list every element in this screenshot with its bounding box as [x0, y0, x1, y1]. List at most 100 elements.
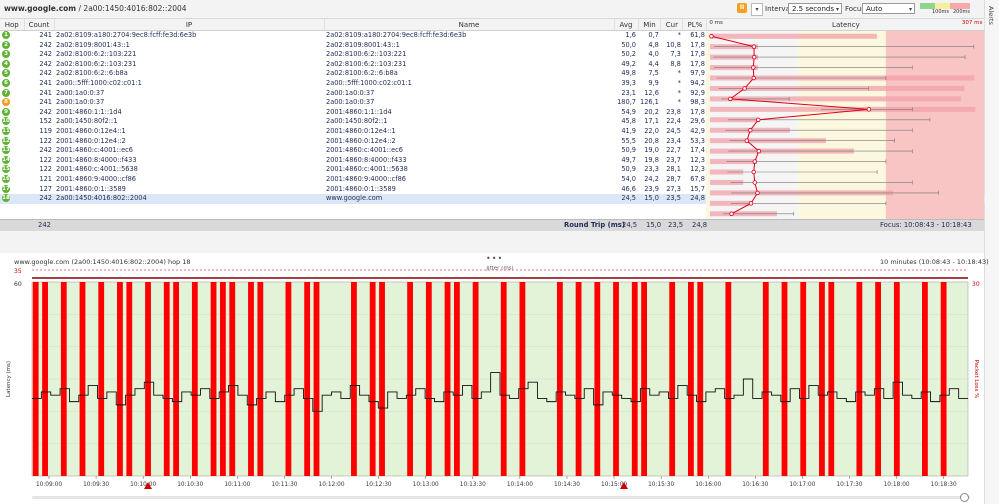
pl-cell: 12,3: [690, 165, 705, 174]
hop-status-icon: 5: [2, 69, 10, 78]
packet-loss-bar: [313, 282, 320, 476]
hop-status-icon: 9: [2, 107, 10, 116]
ip-cell: 2001:4860:c:4001::5638: [56, 165, 138, 174]
col-avg[interactable]: Avg: [614, 19, 639, 31]
pl-cell: 61,8: [690, 31, 705, 39]
hop-cell: 18: [0, 194, 24, 204]
packet-loss-bar: [126, 282, 133, 476]
summary-pl: 24,8: [692, 221, 708, 229]
top-toolbar: www.google.com / 2a00:1450:4016:802::200…: [0, 0, 999, 19]
col-name[interactable]: Name: [324, 19, 615, 31]
ip-cell: 2a00::5fff:1000:c02:c01:1: [56, 78, 142, 87]
avg-cell: 49,8: [621, 69, 636, 78]
ip-cell: 2a02:8109:a180:2704:9ec8:fcff:fe3d:6e3b: [56, 31, 197, 39]
pl-cell: 12,3: [690, 155, 705, 164]
packet-loss-bar: [500, 282, 507, 476]
pl-cell: 29,6: [690, 117, 705, 126]
hop-cell: 12: [0, 136, 24, 147]
count-cell: 127: [39, 184, 52, 193]
summary-avg: 24,5: [622, 221, 638, 229]
min-cell: 17,1: [644, 117, 659, 126]
packet-loss-bar: [229, 282, 236, 476]
chevron-down-icon[interactable]: ▾: [751, 3, 763, 16]
avg-cell: 54,9: [621, 107, 636, 116]
packet-loss-bar: [285, 282, 292, 476]
table-header: Hop Count IP Name Avg Min Cur PL% 0 ms L…: [0, 19, 986, 31]
packet-loss-bar: [940, 282, 947, 476]
name-cell: 2001:4860:8:4000::f433: [326, 155, 407, 164]
target-breadcrumb: www.google.com / 2a00:1450:4016:802::200…: [4, 4, 187, 13]
count-cell: 242: [39, 146, 52, 155]
col-pl[interactable]: PL%: [682, 19, 708, 31]
name-cell: 2001:4860:0:1::3589: [326, 184, 396, 193]
min-cell: 126,1: [640, 98, 659, 107]
packet-loss-bar: [893, 282, 900, 476]
x-tick-label: 10:18:30: [931, 482, 957, 488]
count-cell: 242: [39, 50, 52, 59]
timeline-scroll-thumb[interactable]: [960, 493, 969, 502]
col-ip[interactable]: IP: [54, 19, 325, 31]
avg-cell: 46,6: [621, 184, 636, 193]
min-cell: 24,2: [644, 174, 659, 183]
latency-point: [752, 159, 757, 164]
latency-point: [748, 128, 753, 133]
packet-loss-bar: [173, 282, 180, 476]
avg-cell: 54,0: [621, 174, 636, 183]
jitter-max-label: 35: [14, 268, 22, 275]
packet-loss-bar: [79, 282, 86, 476]
name-cell: 2a02:8109:a180:2704:9ec8:fcff:fe3d:6e3b: [326, 31, 467, 39]
x-tick-label: 10:14:00: [507, 482, 533, 488]
min-cell: 23,9: [644, 184, 659, 193]
latency-point: [751, 54, 757, 60]
ip-cell: 2a00:1450:4016:802::2004: [54, 194, 324, 204]
pause-button[interactable]: II: [737, 3, 747, 13]
x-tick-label: 10:17:30: [836, 482, 862, 488]
alerts-panel-tab[interactable]: Alerts: [984, 0, 999, 504]
col-latency[interactable]: 0 ms Latency 307 ms: [706, 19, 986, 31]
x-tick-label: 10:17:00: [789, 482, 815, 488]
min-cell: 22,0: [644, 126, 659, 135]
interval-select[interactable]: 2.5 seconds ▾: [788, 3, 842, 14]
hop-cell: 15: [0, 165, 24, 175]
avg-cell: 39,3: [621, 78, 636, 87]
cur-cell: 23,7: [666, 155, 681, 164]
avg-cell: 41,9: [621, 126, 636, 135]
col-cur[interactable]: Cur: [660, 19, 684, 31]
cur-cell: 22,4: [666, 117, 681, 126]
x-tick-label: 10:18:00: [884, 482, 910, 488]
min-cell: 19,0: [644, 146, 659, 155]
hop-cell: 4: [0, 59, 24, 70]
cur-cell: 10,8: [666, 40, 681, 49]
pl-cell: 15,7: [690, 184, 705, 193]
packet-loss-bar: [575, 282, 582, 476]
avg-cell: 45,8: [621, 117, 636, 126]
ip-cell: 2a02:8100:6:2::103:231: [56, 59, 137, 68]
name-cell: 2001:4860:c:4001::5638: [326, 165, 408, 174]
pl-cell: 17,8: [690, 40, 705, 49]
hop-status-icon: 18: [2, 194, 10, 203]
hop-status-icon: 7: [2, 88, 10, 97]
cur-cell: 28,1: [666, 165, 681, 174]
count-cell: 242: [39, 69, 52, 78]
pl-cell: 17,8: [690, 59, 705, 68]
timeline-scrollbar[interactable]: [32, 496, 970, 499]
count-cell: 122: [39, 155, 52, 164]
cur-cell: *: [677, 78, 681, 87]
pl-cell: 17,4: [690, 146, 705, 155]
col-hop[interactable]: Hop: [0, 19, 25, 31]
x-tick-label: 10:15:30: [648, 482, 674, 488]
latency-point: [748, 201, 754, 206]
name-cell: 2a02:8100:6:2::103:231: [326, 59, 407, 68]
x-tick-label: 10:10:30: [177, 482, 203, 488]
col-count[interactable]: Count: [24, 19, 55, 31]
cur-cell: 8,8: [670, 59, 681, 68]
hop-status-icon: 1: [2, 31, 10, 39]
col-min[interactable]: Min: [638, 19, 662, 31]
cur-cell: 7,3: [670, 50, 681, 59]
cur-cell: 23,8: [666, 107, 681, 116]
focus-select[interactable]: Auto ▾: [862, 3, 915, 14]
ip-cell: 2001:4860:9:4000::cf86: [56, 174, 136, 183]
hop-status-icon: 3: [2, 50, 10, 59]
count-cell: 119: [39, 126, 52, 135]
packet-loss-bar: [220, 282, 226, 476]
